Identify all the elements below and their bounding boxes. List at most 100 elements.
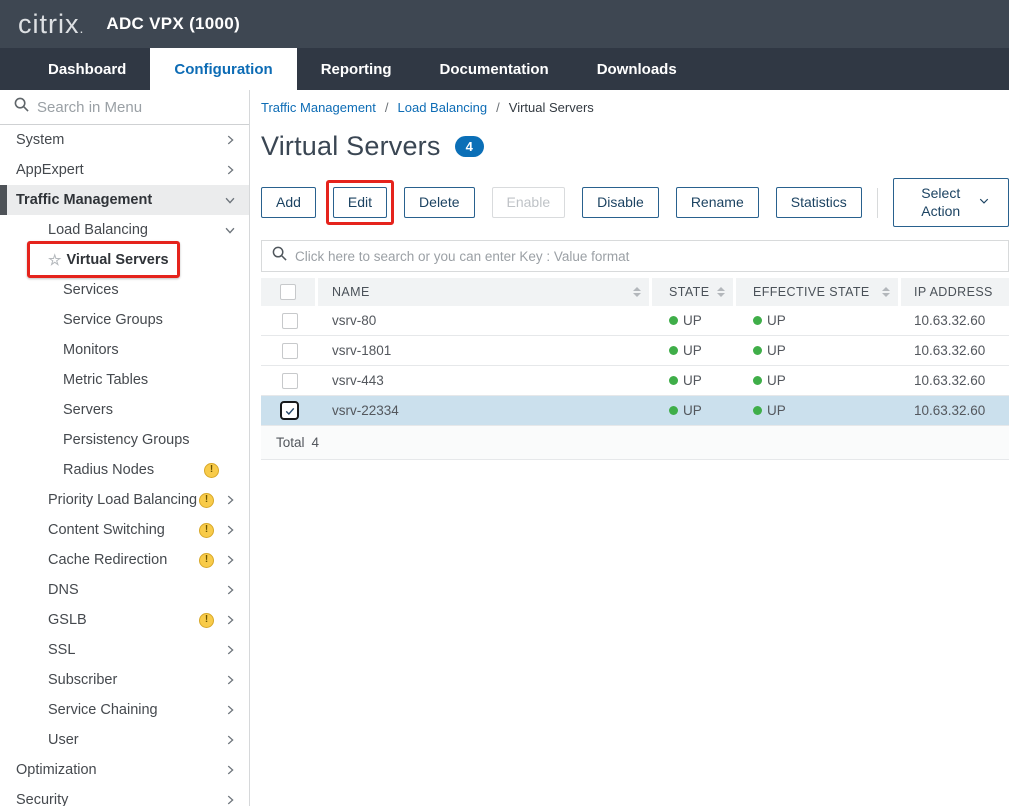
breadcrumb-separator: / <box>496 100 500 115</box>
breadcrumb-separator: / <box>385 100 389 115</box>
status-up-dot <box>753 406 762 415</box>
sidebar-item-user[interactable]: User <box>0 725 249 755</box>
edit-button-wrapper: Edit <box>333 187 387 219</box>
chevron-down-icon <box>978 194 990 212</box>
toolbar-divider <box>877 188 878 218</box>
sort-icon[interactable] <box>633 287 641 297</box>
chevron-right-icon <box>223 493 237 507</box>
sidebar-item-dns[interactable]: DNS <box>0 575 249 605</box>
breadcrumb: Traffic Management / Load Balancing / Vi… <box>261 100 1009 115</box>
toolbar: Add Edit Delete Enable Disable Rename St… <box>261 178 1009 227</box>
sidebar-item-priority-load-balancing[interactable]: Priority Load Balancing ! <box>0 485 249 515</box>
sidebar-item-metric-tables[interactable]: Metric Tables <box>0 365 249 395</box>
chevron-right-icon <box>223 703 237 717</box>
primary-nav: Dashboard Configuration Reporting Docume… <box>0 48 1009 90</box>
column-header-effective-state[interactable]: EFFECTIVE STATE <box>753 285 870 299</box>
total-label: Total <box>276 435 305 450</box>
effective-state-value: UP <box>767 313 786 328</box>
breadcrumb-current: Virtual Servers <box>509 100 594 115</box>
disable-button[interactable]: Disable <box>582 187 659 219</box>
chevron-right-icon <box>223 643 237 657</box>
select-all-checkbox[interactable] <box>280 284 296 300</box>
sidebar-item-appexpert[interactable]: AppExpert <box>0 155 249 185</box>
tab-downloads[interactable]: Downloads <box>573 48 701 90</box>
warning-icon: ! <box>199 523 214 538</box>
sidebar-item-traffic-management[interactable]: Traffic Management <box>0 185 249 215</box>
sidebar-item-radius-nodes[interactable]: Radius Nodes ! <box>0 455 249 485</box>
search-icon <box>14 97 29 117</box>
column-header-name[interactable]: NAME <box>332 285 370 299</box>
table-row[interactable]: vsrv-443 UP UP 10.63.32.60 <box>261 366 1009 396</box>
chevron-right-icon <box>223 763 237 777</box>
table-row-selected[interactable]: vsrv-22334 UP UP 10.63.32.60 <box>261 396 1009 426</box>
sidebar-item-cache-redirection[interactable]: Cache Redirection ! <box>0 545 249 575</box>
search-icon <box>272 246 287 266</box>
status-up-dot <box>753 346 762 355</box>
status-up-dot <box>753 376 762 385</box>
add-button[interactable]: Add <box>261 187 316 219</box>
tab-reporting[interactable]: Reporting <box>297 48 416 90</box>
sidebar-item-optimization[interactable]: Optimization <box>0 755 249 785</box>
menu-search-input[interactable] <box>37 99 236 116</box>
delete-button[interactable]: Delete <box>404 187 474 219</box>
sidebar-item-system[interactable]: System <box>0 125 249 155</box>
row-checkbox[interactable] <box>282 373 298 389</box>
sidebar-item-service-chaining[interactable]: Service Chaining <box>0 695 249 725</box>
select-action-dropdown[interactable]: Select Action <box>893 178 1009 227</box>
tab-documentation[interactable]: Documentation <box>416 48 573 90</box>
table-row[interactable]: vsrv-80 UP UP 10.63.32.60 <box>261 306 1009 336</box>
sidebar-item-persistency-groups[interactable]: Persistency Groups <box>0 425 249 455</box>
sidebar-item-security[interactable]: Security <box>0 785 249 806</box>
breadcrumb-link-traffic-management[interactable]: Traffic Management <box>261 100 376 115</box>
statistics-button[interactable]: Statistics <box>776 187 862 219</box>
tab-configuration[interactable]: Configuration <box>150 48 296 90</box>
state-value: UP <box>683 373 702 388</box>
row-checkbox[interactable] <box>282 343 298 359</box>
breadcrumb-link-load-balancing[interactable]: Load Balancing <box>398 100 488 115</box>
status-up-dot <box>669 316 678 325</box>
menu-search-row[interactable] <box>0 90 249 125</box>
tab-dashboard[interactable]: Dashboard <box>0 48 150 90</box>
chevron-right-icon <box>223 673 237 687</box>
sidebar-item-gslb[interactable]: GSLB ! <box>0 605 249 635</box>
enable-button[interactable]: Enable <box>492 187 566 219</box>
table-row[interactable]: vsrv-1801 UP UP 10.63.32.60 <box>261 336 1009 366</box>
sidebar-item-services[interactable]: Services <box>0 275 249 305</box>
sidebar-item-servers[interactable]: Servers <box>0 395 249 425</box>
chevron-right-icon <box>223 613 237 627</box>
edit-button[interactable]: Edit <box>333 187 387 219</box>
state-value: UP <box>683 403 702 418</box>
sidebar-item-subscriber[interactable]: Subscriber <box>0 665 249 695</box>
warning-icon: ! <box>199 553 214 568</box>
vserver-name: vsrv-80 <box>318 313 652 328</box>
sidebar-item-virtual-servers[interactable]: ☆ Virtual Servers <box>0 245 249 275</box>
table-header-row: NAME STATE EFFECTIVE STATE IP ADDRESS <box>261 278 1009 306</box>
sort-icon[interactable] <box>717 287 725 297</box>
sidebar-item-ssl[interactable]: SSL <box>0 635 249 665</box>
page-title: Virtual Servers <box>261 131 441 162</box>
chevron-right-icon <box>223 163 237 177</box>
row-checkbox-checked[interactable] <box>280 401 299 420</box>
total-value: 4 <box>312 435 320 450</box>
rename-button[interactable]: Rename <box>676 187 759 219</box>
row-checkbox[interactable] <box>282 313 298 329</box>
sidebar-item-content-switching[interactable]: Content Switching ! <box>0 515 249 545</box>
ip-address: 10.63.32.60 <box>901 373 1009 388</box>
sort-icon[interactable] <box>882 287 890 297</box>
chevron-right-icon <box>223 133 237 147</box>
main-content: Traffic Management / Load Balancing / Vi… <box>250 90 1009 806</box>
top-header-bar: citrix. ADC VPX (1000) <box>0 0 1009 48</box>
column-header-ip-address[interactable]: IP ADDRESS <box>914 285 993 299</box>
column-header-state[interactable]: STATE <box>669 285 709 299</box>
product-title: ADC VPX (1000) <box>106 14 240 34</box>
ip-address: 10.63.32.60 <box>901 343 1009 358</box>
sidebar-item-service-groups[interactable]: Service Groups <box>0 305 249 335</box>
sidebar-item-monitors[interactable]: Monitors <box>0 335 249 365</box>
sidebar-item-load-balancing[interactable]: Load Balancing <box>0 215 249 245</box>
ip-address: 10.63.32.60 <box>901 403 1009 418</box>
table-search-bar[interactable] <box>261 240 1009 272</box>
state-value: UP <box>683 343 702 358</box>
ip-address: 10.63.32.60 <box>901 313 1009 328</box>
warning-icon: ! <box>199 613 214 628</box>
table-search-input[interactable] <box>295 249 998 264</box>
